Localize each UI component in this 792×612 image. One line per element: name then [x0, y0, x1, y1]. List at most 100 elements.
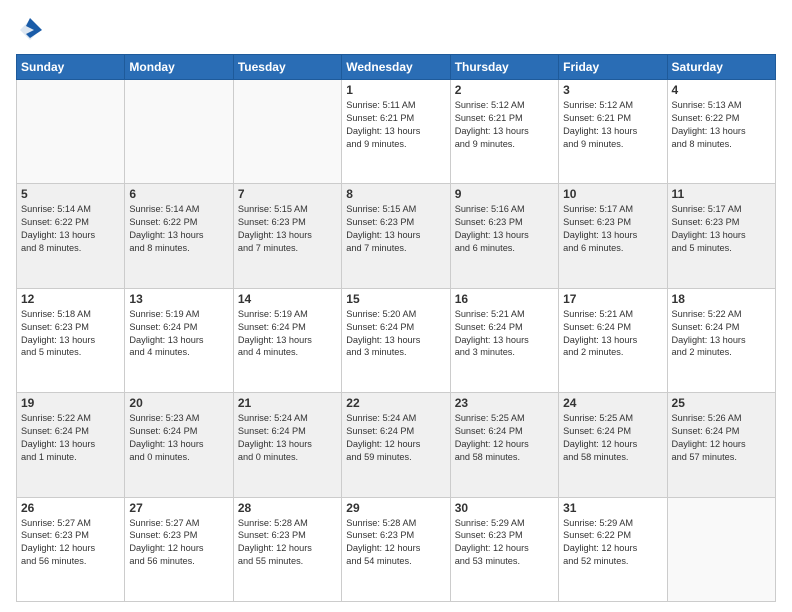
- calendar-cell: [667, 497, 775, 601]
- day-info: Sunrise: 5:26 AM Sunset: 6:24 PM Dayligh…: [672, 412, 771, 464]
- calendar-cell: 31 Sunrise: 5:29 AM Sunset: 6:22 PM Dayli…: [559, 497, 667, 601]
- day-number: 12: [21, 292, 120, 306]
- day-info: Sunrise: 5:12 AM Sunset: 6:21 PM Dayligh…: [455, 99, 554, 151]
- day-number: 2: [455, 83, 554, 97]
- day-number: 10: [563, 187, 662, 201]
- calendar-cell: 13 Sunrise: 5:19 AM Sunset: 6:24 PM Dayli…: [125, 288, 233, 392]
- day-number: 22: [346, 396, 445, 410]
- page: SundayMondayTuesdayWednesdayThursdayFrid…: [0, 0, 792, 612]
- calendar-cell: 1 Sunrise: 5:11 AM Sunset: 6:21 PM Daylig…: [342, 80, 450, 184]
- calendar-cell: [233, 80, 341, 184]
- day-number: 30: [455, 501, 554, 515]
- day-info: Sunrise: 5:20 AM Sunset: 6:24 PM Dayligh…: [346, 308, 445, 360]
- day-number: 25: [672, 396, 771, 410]
- day-info: Sunrise: 5:21 AM Sunset: 6:24 PM Dayligh…: [563, 308, 662, 360]
- calendar-cell: 29 Sunrise: 5:28 AM Sunset: 6:23 PM Dayli…: [342, 497, 450, 601]
- day-number: 1: [346, 83, 445, 97]
- day-number: 5: [21, 187, 120, 201]
- calendar-cell: 15 Sunrise: 5:20 AM Sunset: 6:24 PM Dayli…: [342, 288, 450, 392]
- calendar-cell: 6 Sunrise: 5:14 AM Sunset: 6:22 PM Daylig…: [125, 184, 233, 288]
- day-info: Sunrise: 5:25 AM Sunset: 6:24 PM Dayligh…: [563, 412, 662, 464]
- calendar-cell: 27 Sunrise: 5:27 AM Sunset: 6:23 PM Dayli…: [125, 497, 233, 601]
- day-info: Sunrise: 5:12 AM Sunset: 6:21 PM Dayligh…: [563, 99, 662, 151]
- day-info: Sunrise: 5:27 AM Sunset: 6:23 PM Dayligh…: [21, 517, 120, 569]
- calendar-cell: 23 Sunrise: 5:25 AM Sunset: 6:24 PM Dayli…: [450, 393, 558, 497]
- day-info: Sunrise: 5:15 AM Sunset: 6:23 PM Dayligh…: [346, 203, 445, 255]
- calendar-cell: 18Sunrise: 5:22 AM Sunset: 6:24 PM Dayli…: [667, 288, 775, 392]
- day-info: Sunrise: 5:27 AM Sunset: 6:23 PM Dayligh…: [129, 517, 228, 569]
- day-number: 29: [346, 501, 445, 515]
- day-info: Sunrise: 5:29 AM Sunset: 6:22 PM Dayligh…: [563, 517, 662, 569]
- day-number: 14: [238, 292, 337, 306]
- calendar-cell: [17, 80, 125, 184]
- weekday-header-saturday: Saturday: [667, 55, 775, 80]
- calendar-cell: 22 Sunrise: 5:24 AM Sunset: 6:24 PM Dayli…: [342, 393, 450, 497]
- day-number: 27: [129, 501, 228, 515]
- day-info: Sunrise: 5:24 AM Sunset: 6:24 PM Dayligh…: [346, 412, 445, 464]
- day-info: Sunrise: 5:22 AM Sunset: 6:24 PM Dayligh…: [672, 308, 771, 360]
- day-info: Sunrise: 5:14 AM Sunset: 6:22 PM Dayligh…: [129, 203, 228, 255]
- day-number: 23: [455, 396, 554, 410]
- calendar-cell: 9 Sunrise: 5:16 AM Sunset: 6:23 PM Daylig…: [450, 184, 558, 288]
- header: [16, 16, 776, 44]
- calendar-cell: 24 Sunrise: 5:25 AM Sunset: 6:24 PM Dayli…: [559, 393, 667, 497]
- day-info: Sunrise: 5:11 AM Sunset: 6:21 PM Dayligh…: [346, 99, 445, 151]
- calendar-week-3: 12 Sunrise: 5:18 AM Sunset: 6:23 PM Dayli…: [17, 288, 776, 392]
- calendar-cell: 20Sunrise: 5:23 AM Sunset: 6:24 PM Dayli…: [125, 393, 233, 497]
- calendar-week-4: 19Sunrise: 5:22 AM Sunset: 6:24 PM Dayli…: [17, 393, 776, 497]
- logo-area: [16, 16, 46, 44]
- day-info: Sunrise: 5:19 AM Sunset: 6:24 PM Dayligh…: [238, 308, 337, 360]
- calendar-cell: 2 Sunrise: 5:12 AM Sunset: 6:21 PM Daylig…: [450, 80, 558, 184]
- weekday-header-tuesday: Tuesday: [233, 55, 341, 80]
- day-number: 13: [129, 292, 228, 306]
- calendar-cell: 4 Sunrise: 5:13 AM Sunset: 6:22 PM Daylig…: [667, 80, 775, 184]
- weekday-header-friday: Friday: [559, 55, 667, 80]
- day-number: 28: [238, 501, 337, 515]
- calendar-cell: 8 Sunrise: 5:15 AM Sunset: 6:23 PM Daylig…: [342, 184, 450, 288]
- day-number: 19: [21, 396, 120, 410]
- weekday-header-monday: Monday: [125, 55, 233, 80]
- day-info: Sunrise: 5:13 AM Sunset: 6:22 PM Dayligh…: [672, 99, 771, 151]
- day-number: 24: [563, 396, 662, 410]
- calendar-cell: 19Sunrise: 5:22 AM Sunset: 6:24 PM Dayli…: [17, 393, 125, 497]
- day-info: Sunrise: 5:29 AM Sunset: 6:23 PM Dayligh…: [455, 517, 554, 569]
- calendar-cell: 11Sunrise: 5:17 AM Sunset: 6:23 PM Dayli…: [667, 184, 775, 288]
- calendar-cell: [125, 80, 233, 184]
- calendar-cell: 16 Sunrise: 5:21 AM Sunset: 6:24 PM Dayli…: [450, 288, 558, 392]
- day-info: Sunrise: 5:17 AM Sunset: 6:23 PM Dayligh…: [672, 203, 771, 255]
- day-number: 9: [455, 187, 554, 201]
- calendar-cell: 10 Sunrise: 5:17 AM Sunset: 6:23 PM Dayli…: [559, 184, 667, 288]
- day-info: Sunrise: 5:25 AM Sunset: 6:24 PM Dayligh…: [455, 412, 554, 464]
- logo-icon: [16, 16, 44, 44]
- calendar-cell: 25 Sunrise: 5:26 AM Sunset: 6:24 PM Dayli…: [667, 393, 775, 497]
- day-info: Sunrise: 5:28 AM Sunset: 6:23 PM Dayligh…: [346, 517, 445, 569]
- calendar-cell: 5Sunrise: 5:14 AM Sunset: 6:22 PM Daylig…: [17, 184, 125, 288]
- calendar-cell: 7Sunrise: 5:15 AM Sunset: 6:23 PM Daylig…: [233, 184, 341, 288]
- day-number: 21: [238, 396, 337, 410]
- day-number: 3: [563, 83, 662, 97]
- day-number: 26: [21, 501, 120, 515]
- calendar-cell: 26 Sunrise: 5:27 AM Sunset: 6:23 PM Dayli…: [17, 497, 125, 601]
- day-info: Sunrise: 5:17 AM Sunset: 6:23 PM Dayligh…: [563, 203, 662, 255]
- calendar-table: SundayMondayTuesdayWednesdayThursdayFrid…: [16, 54, 776, 602]
- calendar-cell: 28 Sunrise: 5:28 AM Sunset: 6:23 PM Dayli…: [233, 497, 341, 601]
- calendar-cell: 21Sunrise: 5:24 AM Sunset: 6:24 PM Dayli…: [233, 393, 341, 497]
- calendar-cell: 3 Sunrise: 5:12 AM Sunset: 6:21 PM Daylig…: [559, 80, 667, 184]
- day-info: Sunrise: 5:28 AM Sunset: 6:23 PM Dayligh…: [238, 517, 337, 569]
- day-number: 16: [455, 292, 554, 306]
- weekday-header-thursday: Thursday: [450, 55, 558, 80]
- day-number: 15: [346, 292, 445, 306]
- calendar-week-2: 5 Sunrise: 5:14 AM Sunset: 6:22 PM Daylig…: [17, 184, 776, 288]
- day-info: Sunrise: 5:19 AM Sunset: 6:24 PM Dayligh…: [129, 308, 228, 360]
- day-info: Sunrise: 5:18 AM Sunset: 6:23 PM Dayligh…: [21, 308, 120, 360]
- day-number: 17: [563, 292, 662, 306]
- day-number: 6: [129, 187, 228, 201]
- weekday-header-wednesday: Wednesday: [342, 55, 450, 80]
- day-info: Sunrise: 5:16 AM Sunset: 6:23 PM Dayligh…: [455, 203, 554, 255]
- day-number: 8: [346, 187, 445, 201]
- day-number: 31: [563, 501, 662, 515]
- day-number: 4: [672, 83, 771, 97]
- day-info: Sunrise: 5:21 AM Sunset: 6:24 PM Dayligh…: [455, 308, 554, 360]
- calendar-cell: 12 Sunrise: 5:18 AM Sunset: 6:23 PM Dayli…: [17, 288, 125, 392]
- header-row: SundayMondayTuesdayWednesdayThursdayFrid…: [17, 55, 776, 80]
